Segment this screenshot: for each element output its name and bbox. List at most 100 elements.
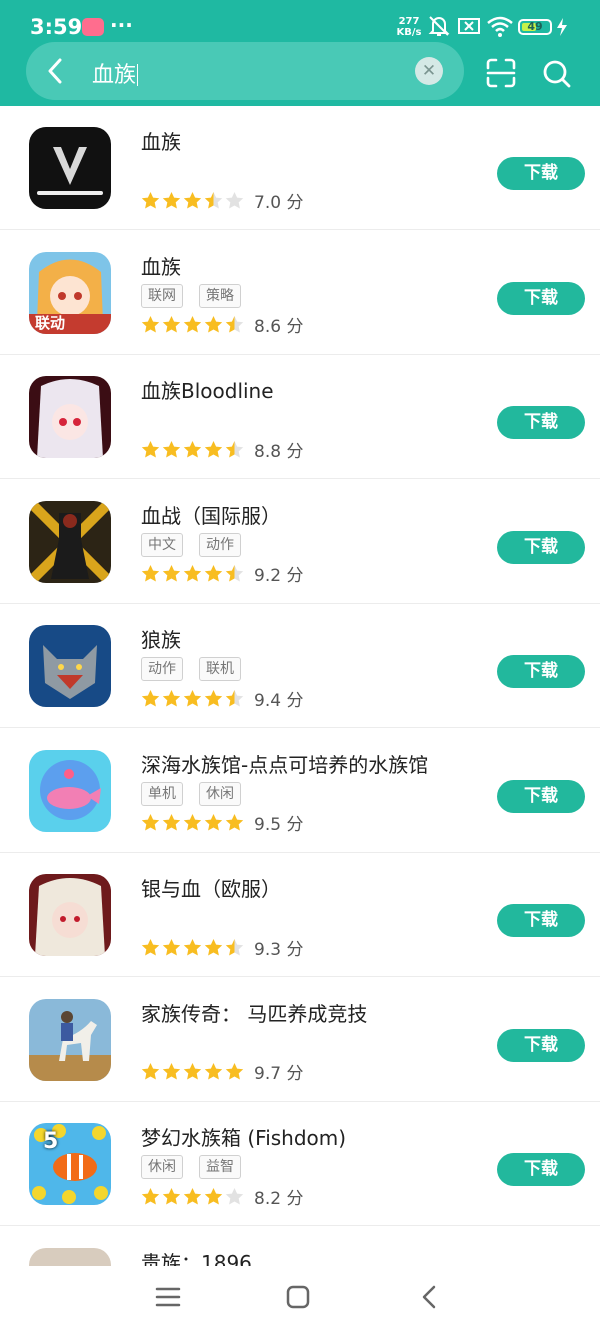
star-full-icon (204, 315, 223, 334)
star-full-icon (162, 938, 181, 957)
download-button[interactable]: 下载 (497, 1028, 585, 1062)
clear-search-button[interactable]: ✕ (415, 57, 443, 85)
app-icon-badge-text: 联动 (35, 313, 66, 332)
app-title[interactable]: 狼族 (141, 624, 181, 653)
app-rating: 9.5 分 (141, 811, 303, 835)
star-full-icon (183, 1062, 202, 1081)
anime-maid-girl-icon[interactable]: 联动 (29, 251, 111, 334)
star-full-icon (162, 1187, 181, 1206)
app-list-item[interactable]: 银与血（欧服） 9.3 分 下载 (0, 853, 600, 977)
app-score: 9.7 分 (254, 1064, 304, 1084)
charging-bolt-icon (557, 18, 567, 36)
app-rating: 8.6 分 (141, 313, 303, 337)
noble-portrait-icon[interactable] (29, 1247, 111, 1266)
app-tag: 动作 (199, 532, 241, 557)
app-tag: 休闲 (141, 1155, 183, 1179)
app-list-item[interactable]: 贵族：1896 (0, 1227, 600, 1267)
download-button[interactable]: 下载 (497, 1153, 585, 1186)
download-button[interactable]: 下载 (497, 655, 585, 688)
app-list-item[interactable]: 血族Bloodline 8.8 分 下载 (0, 355, 600, 479)
rating-stars (141, 1062, 244, 1081)
app-title[interactable]: 家族传奇： 马匹养成竞技 (141, 998, 367, 1027)
rating-stars (141, 440, 244, 459)
star-full-icon (162, 191, 181, 210)
app-tag: 单机 (141, 781, 183, 806)
star-full-icon (162, 813, 181, 832)
scan-icon[interactable] (486, 58, 516, 88)
pink-whale-icon[interactable] (29, 749, 111, 832)
download-button[interactable]: 下载 (497, 281, 585, 315)
star-full-icon (162, 689, 181, 708)
app-title[interactable]: 银与血（欧服） (141, 873, 281, 902)
star-full-icon (141, 938, 160, 957)
download-button[interactable]: 下载 (497, 904, 585, 937)
star-full-icon (141, 1187, 160, 1206)
star-half-icon (225, 689, 244, 708)
star-full-icon (204, 1187, 223, 1206)
app-list-item[interactable]: 血族 7.0 分 下载 (0, 106, 600, 230)
back-triangle-icon[interactable] (419, 1284, 439, 1310)
star-full-icon (183, 564, 202, 583)
app-title[interactable]: 血族 (141, 251, 181, 280)
star-full-icon (162, 315, 181, 334)
network-speed: 277 KB/s (396, 16, 422, 38)
star-empty-icon (225, 191, 244, 210)
download-button[interactable]: 下载 (497, 406, 585, 439)
chevron-left-icon[interactable] (44, 58, 68, 84)
netmarble-v-logo-icon[interactable] (29, 127, 111, 209)
bilibili-app-icon (82, 18, 104, 36)
app-title[interactable]: 梦幻水族箱 (Fishdom) (141, 1122, 346, 1151)
app-tag: 联网 (141, 283, 183, 308)
rating-stars (141, 564, 244, 583)
armored-warrior-icon[interactable] (29, 500, 111, 583)
star-full-icon (141, 440, 160, 459)
star-full-icon (141, 813, 160, 832)
app-list-item[interactable]: 狼族 动作 联机 9.4 分 下载 (0, 604, 600, 728)
menu-icon[interactable] (155, 1286, 181, 1308)
rating-stars (141, 813, 244, 832)
app-score: 9.2 分 (254, 566, 304, 586)
text-caret (137, 64, 139, 86)
star-full-icon (141, 564, 160, 583)
app-title[interactable]: 血战（国际服） (141, 500, 281, 529)
star-full-icon (204, 813, 223, 832)
app-list-item[interactable]: 深海水族馆-点点可培养的水族馆单机 休闲 9.5 分 下载 (0, 729, 600, 853)
star-full-icon (162, 564, 181, 583)
app-title[interactable]: 血族Bloodline (141, 375, 274, 404)
wifi-icon (487, 16, 513, 37)
download-button[interactable]: 下载 (497, 779, 585, 813)
download-button[interactable]: 下载 (497, 157, 585, 190)
app-tag: 联机 (199, 657, 241, 681)
star-half-icon (225, 938, 244, 957)
system-navigation-bar (0, 1266, 600, 1334)
app-tag: 中文 (141, 532, 183, 557)
star-full-icon (183, 813, 202, 832)
app-title[interactable]: 血族 (141, 126, 181, 155)
app-list-item[interactable]: 联动 血族 联网 策略 8.6 分 下载 (0, 231, 600, 355)
app-tags: 单机 休闲 (141, 781, 241, 806)
app-score: 9.3 分 (254, 939, 304, 960)
search-input[interactable]: 血族 (92, 57, 139, 89)
app-title[interactable]: 贵族：1896 (141, 1247, 252, 1267)
app-score: 8.6 分 (254, 317, 304, 337)
star-full-icon (141, 689, 160, 708)
app-list-item[interactable]: 血战（国际服） 中文 动作 9.2 分 下载 (0, 480, 600, 604)
home-square-icon[interactable] (286, 1285, 310, 1309)
rating-stars (141, 1187, 244, 1206)
download-button[interactable]: 下载 (497, 530, 585, 564)
star-full-icon (141, 315, 160, 334)
app-list-item[interactable]: 家族传奇： 马匹养成竞技 9.7 分 下载 (0, 978, 600, 1102)
horse-rider-icon[interactable] (29, 998, 111, 1081)
status-dots: ··· (110, 13, 133, 37)
app-score: 8.2 分 (254, 1188, 304, 1209)
clear-x-icon: ✕ (421, 61, 437, 81)
anime-vampire-girl-icon[interactable] (29, 376, 111, 458)
app-list-item[interactable]: 5 梦幻水族箱 (Fishdom) 休闲 益智 8.2 分 下载 (0, 1102, 600, 1226)
elf-vampire-icon[interactable] (29, 874, 111, 956)
app-title[interactable]: 深海水族馆-点点可培养的水族馆 (141, 749, 428, 778)
rating-stars (141, 315, 244, 334)
search-icon[interactable] (542, 59, 572, 89)
wolf-icon[interactable] (29, 625, 111, 707)
clownfish-icon[interactable]: 5 (29, 1123, 111, 1205)
app-score: 9.5 分 (254, 815, 304, 835)
